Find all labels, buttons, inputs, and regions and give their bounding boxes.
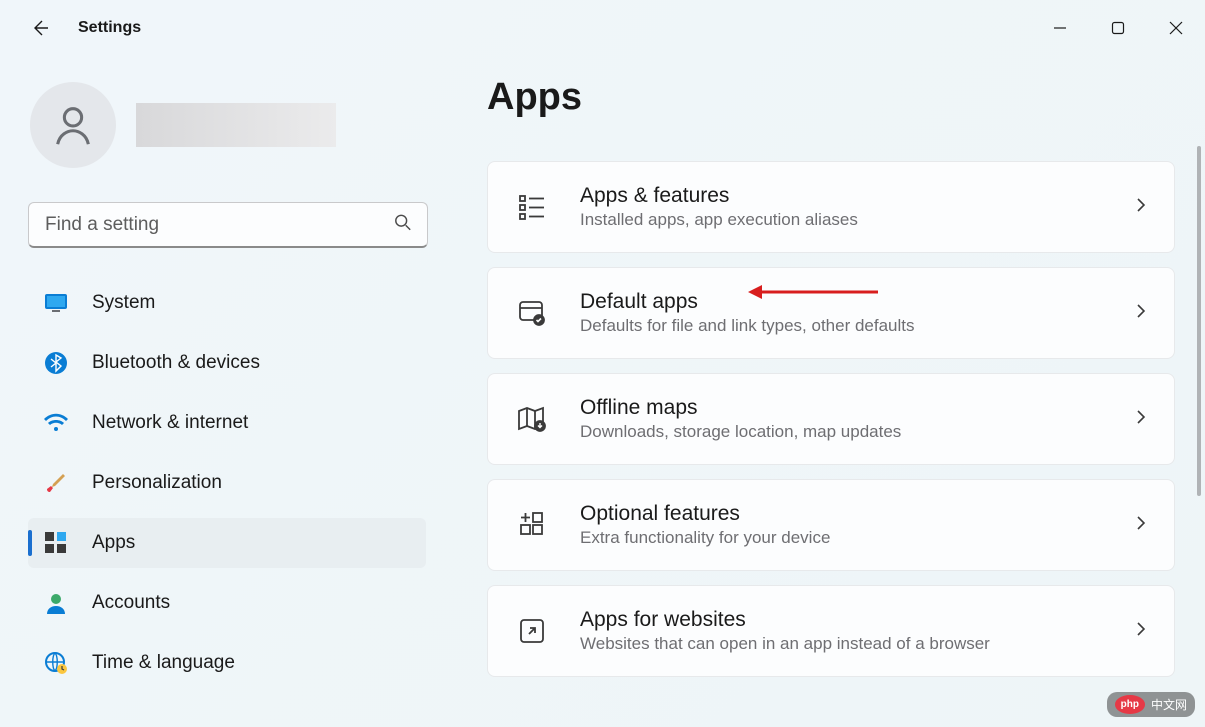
main-scrollbar[interactable] [1197,146,1201,496]
chevron-right-icon [1134,304,1148,323]
chevron-right-icon [1134,622,1148,641]
bluetooth-icon [42,349,70,377]
sidebar-item-label: Accounts [92,592,170,614]
sidebar-item-personalization[interactable]: Personalization [28,458,426,508]
brush-icon [42,469,70,497]
card-default-apps[interactable]: Default apps Defaults for file and link … [487,267,1175,359]
card-desc: Downloads, storage location, map updates [580,422,1134,442]
card-title: Offline maps [580,396,1134,420]
back-button[interactable] [20,8,60,48]
chevron-right-icon [1134,516,1148,535]
watermark-text: 中文网 [1151,696,1187,713]
sidebar-item-bluetooth[interactable]: Bluetooth & devices [28,338,426,388]
browser-check-icon [514,295,550,331]
settings-cards: Apps & features Installed apps, app exec… [487,161,1175,677]
avatar [30,82,116,168]
sidebar-item-accounts[interactable]: Accounts [28,578,426,628]
profile-block[interactable] [30,82,443,168]
sidebar-item-apps[interactable]: Apps [28,518,426,568]
close-icon [1169,21,1183,35]
sidebar-item-label: Bluetooth & devices [92,352,260,374]
grid-icon [42,529,70,557]
card-desc: Defaults for file and link types, other … [580,316,1134,336]
window-title: Settings [78,19,141,37]
nav-list: System Bluetooth & devices Network & int… [28,278,443,698]
main-panel: Apps Apps & features Installed apps, app… [443,56,1205,727]
card-title: Apps & features [580,184,1134,208]
wifi-icon [42,409,70,437]
sidebar-item-label: Time & language [92,652,235,674]
card-title: Default apps [580,290,1134,314]
search-icon [394,214,412,237]
card-desc: Extra functionality for your device [580,528,1134,548]
card-title: Optional features [580,502,1134,526]
card-title: Apps for websites [580,608,1134,632]
maximize-button[interactable] [1089,8,1147,48]
minimize-button[interactable] [1031,8,1089,48]
card-apps-features[interactable]: Apps & features Installed apps, app exec… [487,161,1175,253]
list-grid-icon [514,189,550,225]
sidebar-item-label: Apps [92,532,135,554]
search-box [28,202,428,248]
sidebar-item-system[interactable]: System [28,278,426,328]
maximize-icon [1111,21,1125,35]
person-icon [50,102,96,148]
card-desc: Websites that can open in an app instead… [580,634,1134,654]
sidebar: System Bluetooth & devices Network & int… [28,56,443,727]
card-offline-maps[interactable]: Offline maps Downloads, storage location… [487,373,1175,465]
monitor-icon [42,289,70,317]
sidebar-item-network[interactable]: Network & internet [28,398,426,448]
search-input[interactable] [28,202,428,248]
grid-plus-icon [514,507,550,543]
chevron-right-icon [1134,410,1148,429]
sidebar-item-time[interactable]: Time & language [28,638,426,688]
map-download-icon [514,401,550,437]
card-desc: Installed apps, app execution aliases [580,210,1134,230]
close-button[interactable] [1147,8,1205,48]
watermark: php 中文网 [1107,692,1195,717]
chevron-right-icon [1134,198,1148,217]
profile-name-placeholder [136,103,336,147]
window-controls [1031,8,1205,48]
card-optional-features[interactable]: Optional features Extra functionality fo… [487,479,1175,571]
sidebar-item-label: Network & internet [92,412,248,434]
minimize-icon [1053,21,1067,35]
card-apps-websites[interactable]: Apps for websites Websites that can open… [487,585,1175,677]
page-title: Apps [487,76,1175,119]
globe-clock-icon [42,649,70,677]
sidebar-item-label: Personalization [92,472,222,494]
sidebar-item-label: System [92,292,155,314]
watermark-badge: php [1115,695,1145,714]
arrow-left-icon [30,18,50,38]
titlebar: Settings [0,0,1205,56]
open-external-icon [514,613,550,649]
person-badge-icon [42,589,70,617]
